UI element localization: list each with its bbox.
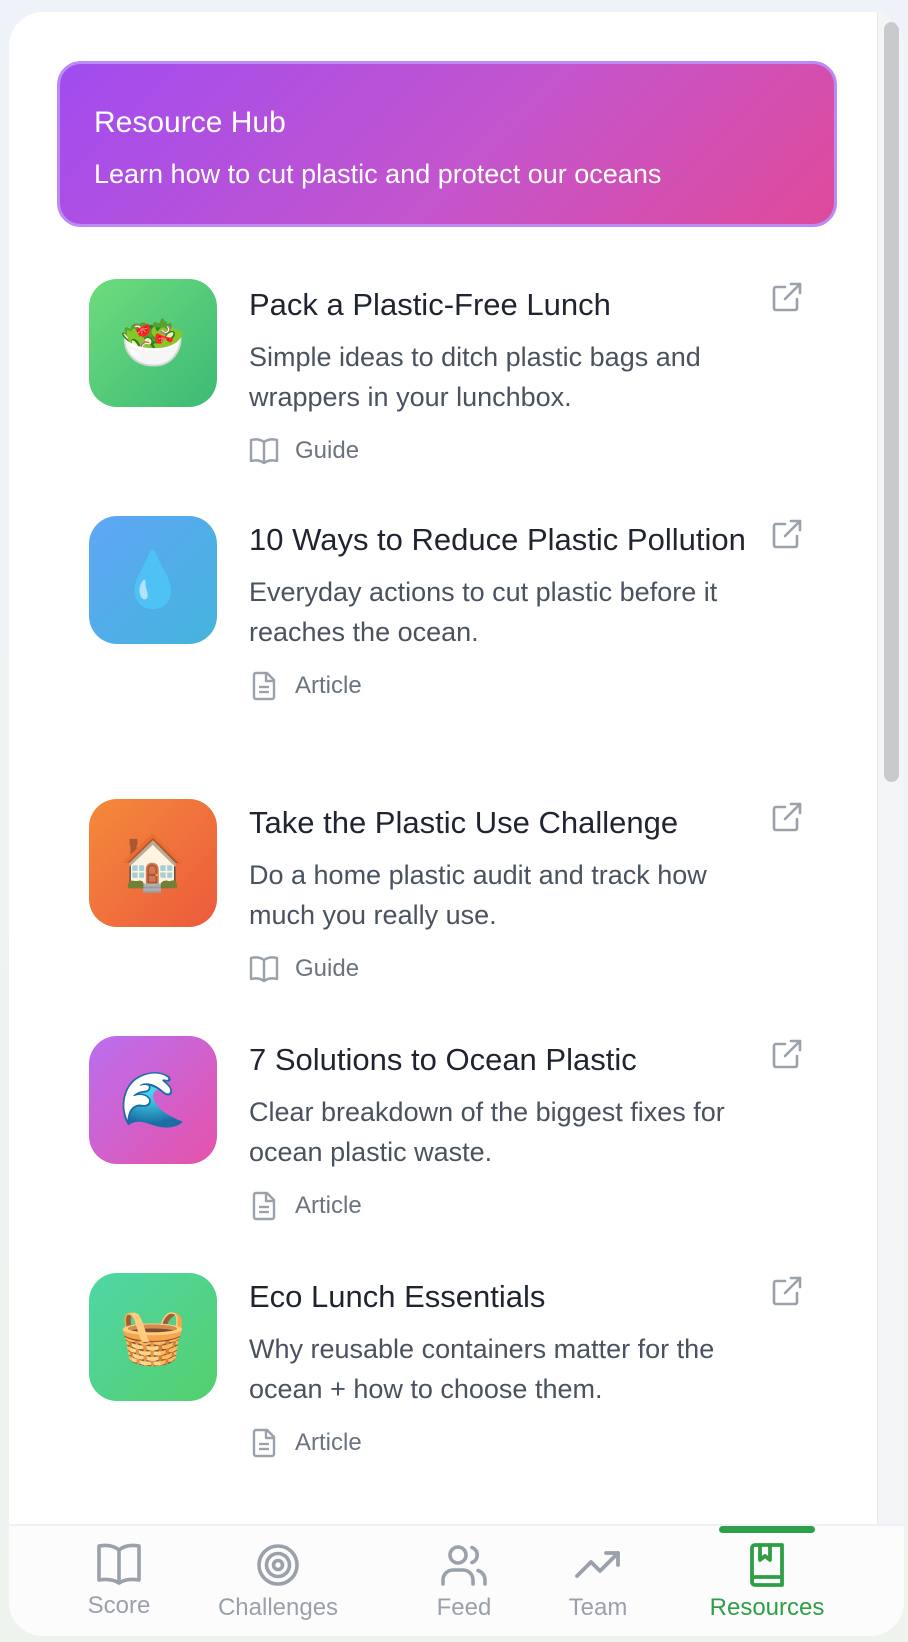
resource-title[interactable]: Pack a Plastic-Free Lunch bbox=[249, 279, 769, 329]
external-link-icon[interactable] bbox=[771, 281, 803, 313]
resource-type: Article bbox=[249, 1425, 769, 1461]
tab-label: Resources bbox=[709, 1594, 825, 1621]
resource-type: Guide bbox=[249, 433, 769, 469]
hub-subtitle: Learn how to cut plastic and protect our… bbox=[94, 159, 662, 189]
resource-type: Guide bbox=[249, 951, 769, 987]
external-link-icon[interactable] bbox=[771, 1275, 803, 1307]
basket-icon: 🧺 bbox=[89, 1273, 217, 1401]
tab-resources[interactable]: Resources bbox=[697, 1526, 837, 1636]
resource-description: Clear breakdown of the biggest fixes for… bbox=[249, 1097, 725, 1167]
tab-challenges[interactable]: Challenges bbox=[213, 1526, 343, 1636]
external-link-icon[interactable] bbox=[771, 801, 803, 833]
tab-label: Feed bbox=[436, 1594, 492, 1621]
resource-type-label: Guide bbox=[295, 437, 360, 464]
resource-description: Everyday actions to cut plastic before i… bbox=[249, 577, 718, 647]
tab-feed[interactable]: Feed bbox=[414, 1526, 514, 1636]
book-icon bbox=[249, 438, 279, 465]
external-link-icon[interactable] bbox=[771, 1038, 803, 1070]
resource-description: Why reusable containers matter for the o… bbox=[249, 1334, 715, 1404]
bottom-nav: Score Challenges Feed Team Resources bbox=[9, 1524, 904, 1636]
resource-hub-banner: Resource Hub Learn how to cut plastic an… bbox=[57, 61, 837, 227]
resource-type: Article bbox=[249, 1188, 769, 1224]
scrollbar-thumb[interactable] bbox=[884, 22, 899, 782]
resource-type-label: Guide bbox=[295, 955, 360, 982]
document-icon bbox=[252, 1428, 276, 1458]
resource-item[interactable]: 🧺 Eco Lunch Essentials Why reusable cont… bbox=[89, 1273, 809, 1482]
tab-team[interactable]: Team bbox=[548, 1526, 648, 1636]
resource-type-label: Article bbox=[295, 1192, 362, 1219]
trending-up-icon bbox=[575, 1551, 620, 1578]
resource-title[interactable]: 7 Solutions to Ocean Plastic bbox=[249, 1036, 769, 1084]
salad-icon: 🥗 bbox=[89, 279, 217, 407]
app-screen: Resource Hub Learn how to cut plastic an… bbox=[9, 12, 904, 1636]
resource-title[interactable]: 10 Ways to Reduce Plastic Pollution bbox=[249, 516, 769, 564]
resource-description: Do a home plastic audit and track how mu… bbox=[249, 860, 707, 930]
tab-label: Score bbox=[87, 1592, 151, 1619]
tab-label: Team bbox=[568, 1594, 628, 1621]
droplet-icon: 💧 bbox=[89, 516, 217, 644]
target-icon bbox=[257, 1544, 299, 1586]
resource-type-label: Article bbox=[295, 672, 362, 699]
bookmark-book-icon bbox=[750, 1543, 784, 1587]
book-open-icon bbox=[97, 1543, 141, 1585]
tab-label: Challenges bbox=[217, 1594, 339, 1621]
scroll-fade bbox=[9, 1482, 877, 1524]
hub-title: Resource Hub bbox=[94, 106, 286, 139]
document-icon bbox=[252, 671, 276, 701]
house-icon: 🏠 bbox=[89, 799, 217, 927]
document-icon bbox=[252, 1191, 276, 1221]
book-icon bbox=[249, 956, 279, 983]
resource-description: Simple ideas to ditch plastic bags and w… bbox=[249, 342, 701, 412]
resource-title[interactable]: Eco Lunch Essentials bbox=[249, 1273, 769, 1321]
resource-type-label: Article bbox=[295, 1429, 362, 1456]
resource-title[interactable]: Take the Plastic Use Challenge bbox=[249, 799, 769, 847]
active-tab-indicator bbox=[719, 1526, 815, 1533]
tab-score[interactable]: Score bbox=[69, 1526, 169, 1636]
resource-type: Article bbox=[249, 668, 769, 704]
wave-icon: 🌊 bbox=[89, 1036, 217, 1164]
external-link-icon[interactable] bbox=[771, 518, 803, 550]
users-icon bbox=[441, 1545, 487, 1586]
